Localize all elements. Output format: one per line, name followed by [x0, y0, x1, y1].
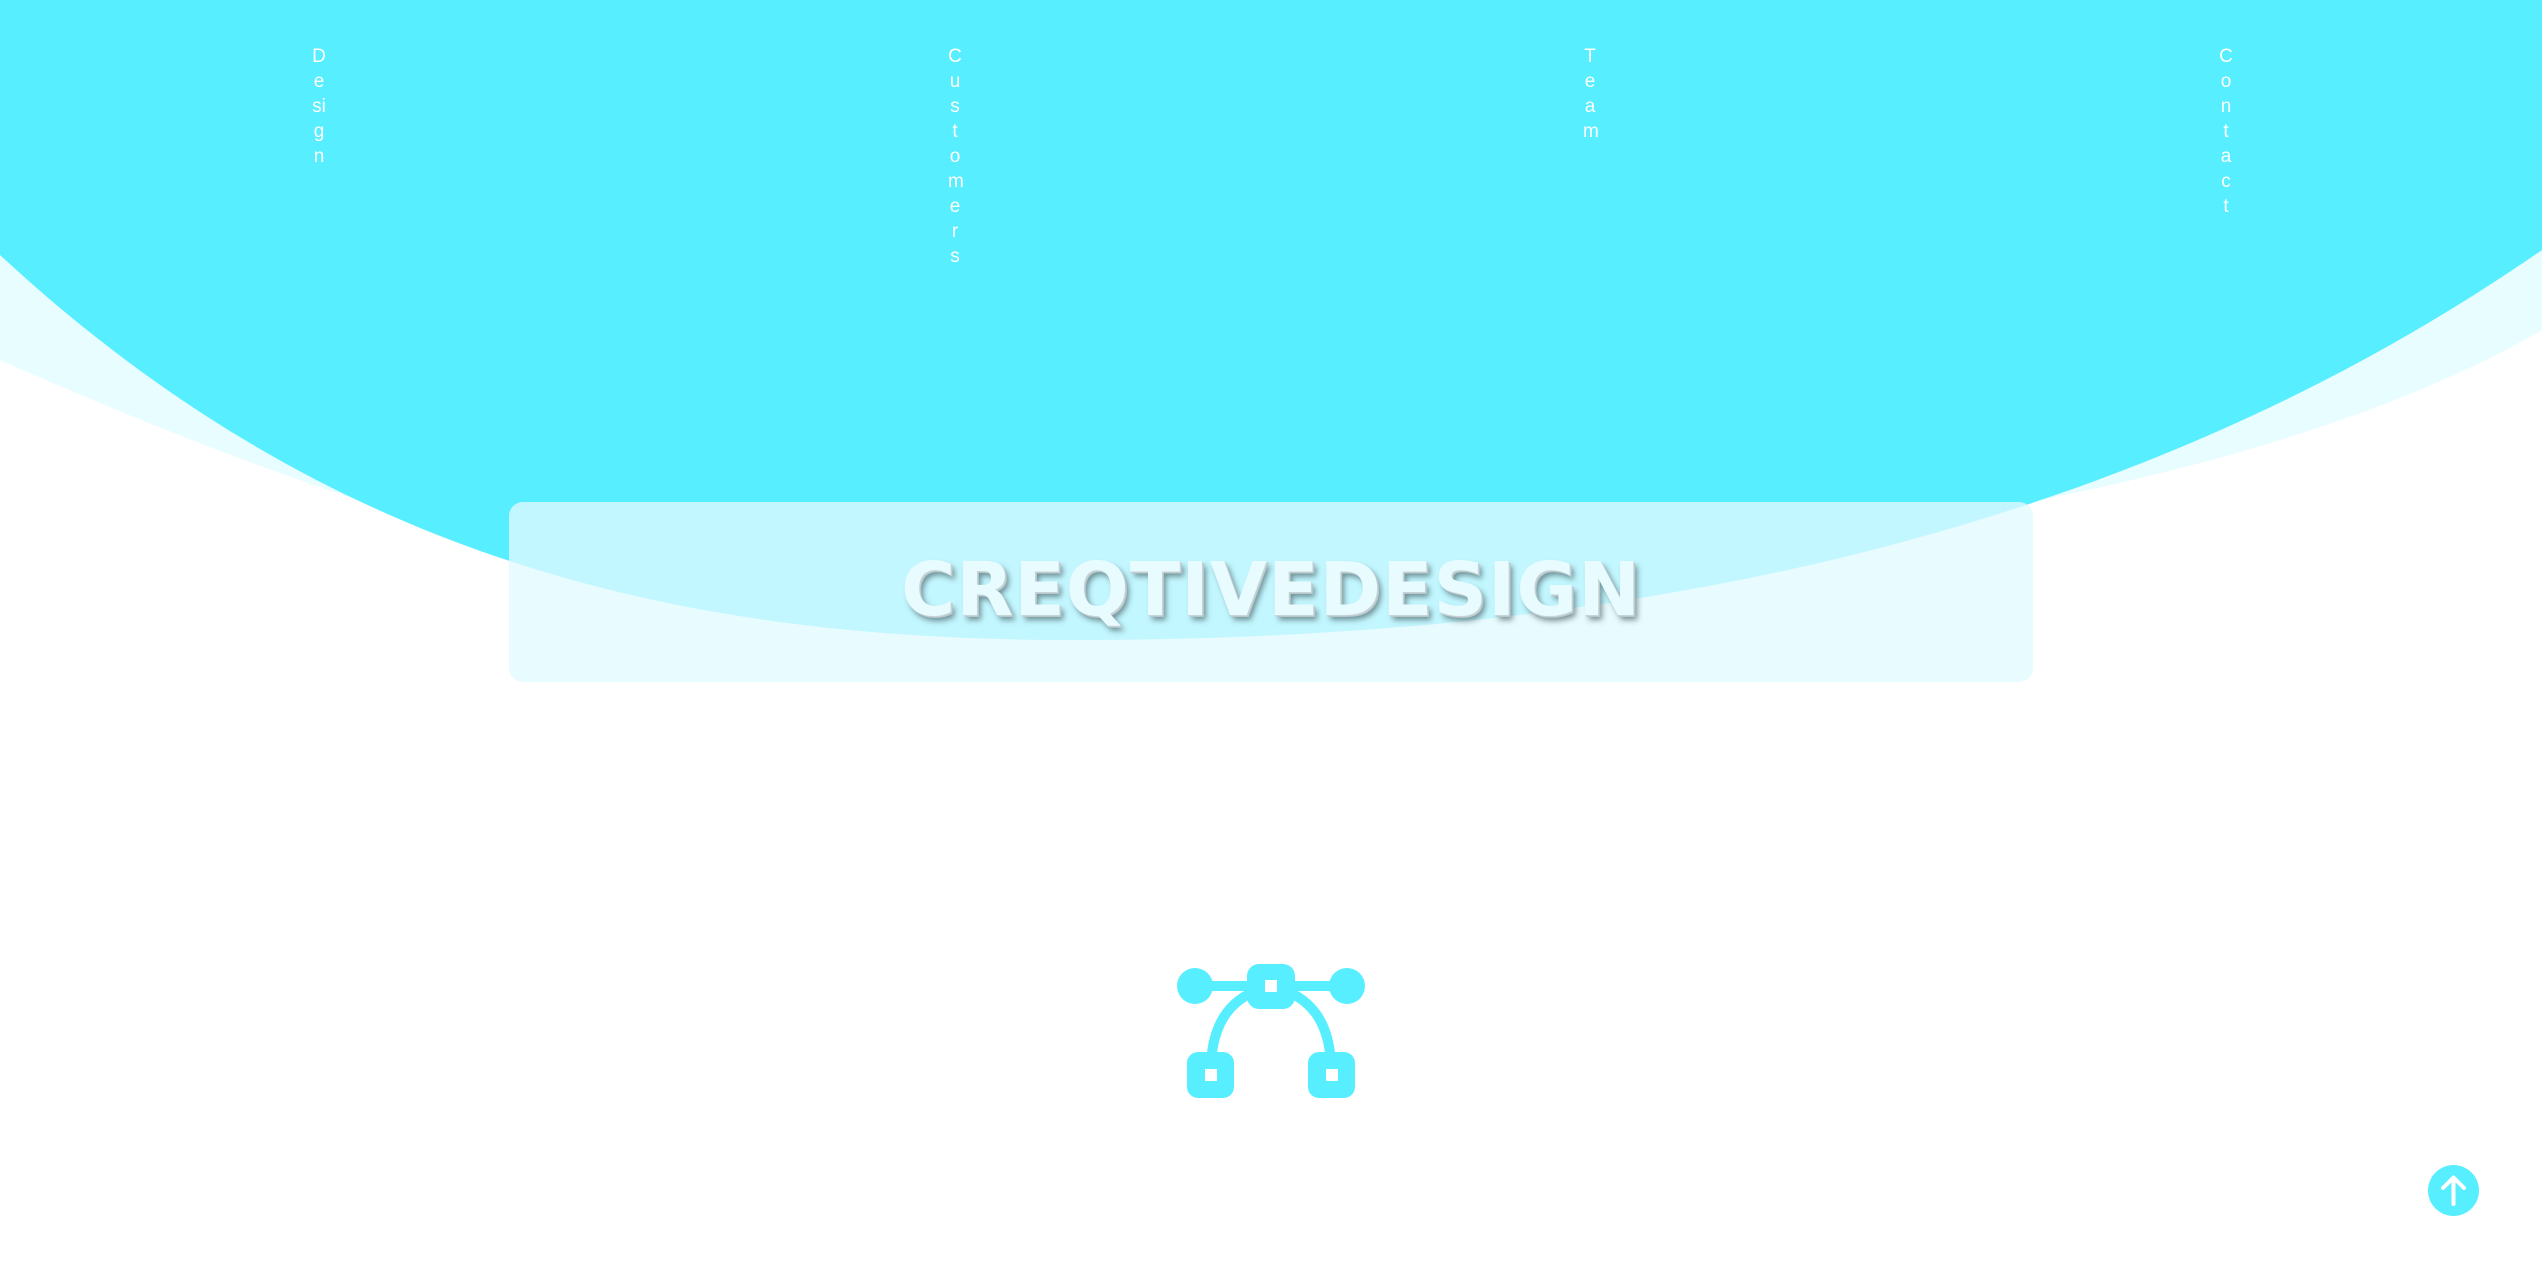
nav-customers-label: Customers: [948, 46, 964, 267]
right-anchor-hole: [1326, 1069, 1338, 1081]
bezier-curve-icon: [1177, 964, 1365, 1098]
nav-item-contact[interactable]: Contact: [2211, 44, 2241, 219]
top-navigation: Design Customers Team Contact: [0, 44, 2542, 304]
left-anchor-hole: [1205, 1069, 1217, 1081]
arrow-up-icon: [2441, 1175, 2466, 1206]
nav-item-customers[interactable]: Customers: [940, 44, 970, 269]
nav-design-label: Design: [312, 46, 326, 167]
hero-title: CREQTIVEDESIGN: [900, 547, 1642, 633]
nav-contact-label: Contact: [2219, 46, 2233, 217]
nav-team-label: Team: [1583, 46, 1599, 142]
nav-item-design[interactable]: Design: [304, 44, 334, 169]
landing-page: Design Customers Team Contact CREQTIVEDE…: [0, 0, 2542, 1277]
top-anchor-hole: [1265, 980, 1277, 992]
nav-item-team[interactable]: Team: [1575, 44, 1605, 144]
scroll-to-top-button[interactable]: [2428, 1165, 2479, 1216]
left-handle-dot: [1177, 968, 1213, 1004]
right-handle-dot: [1329, 968, 1365, 1004]
